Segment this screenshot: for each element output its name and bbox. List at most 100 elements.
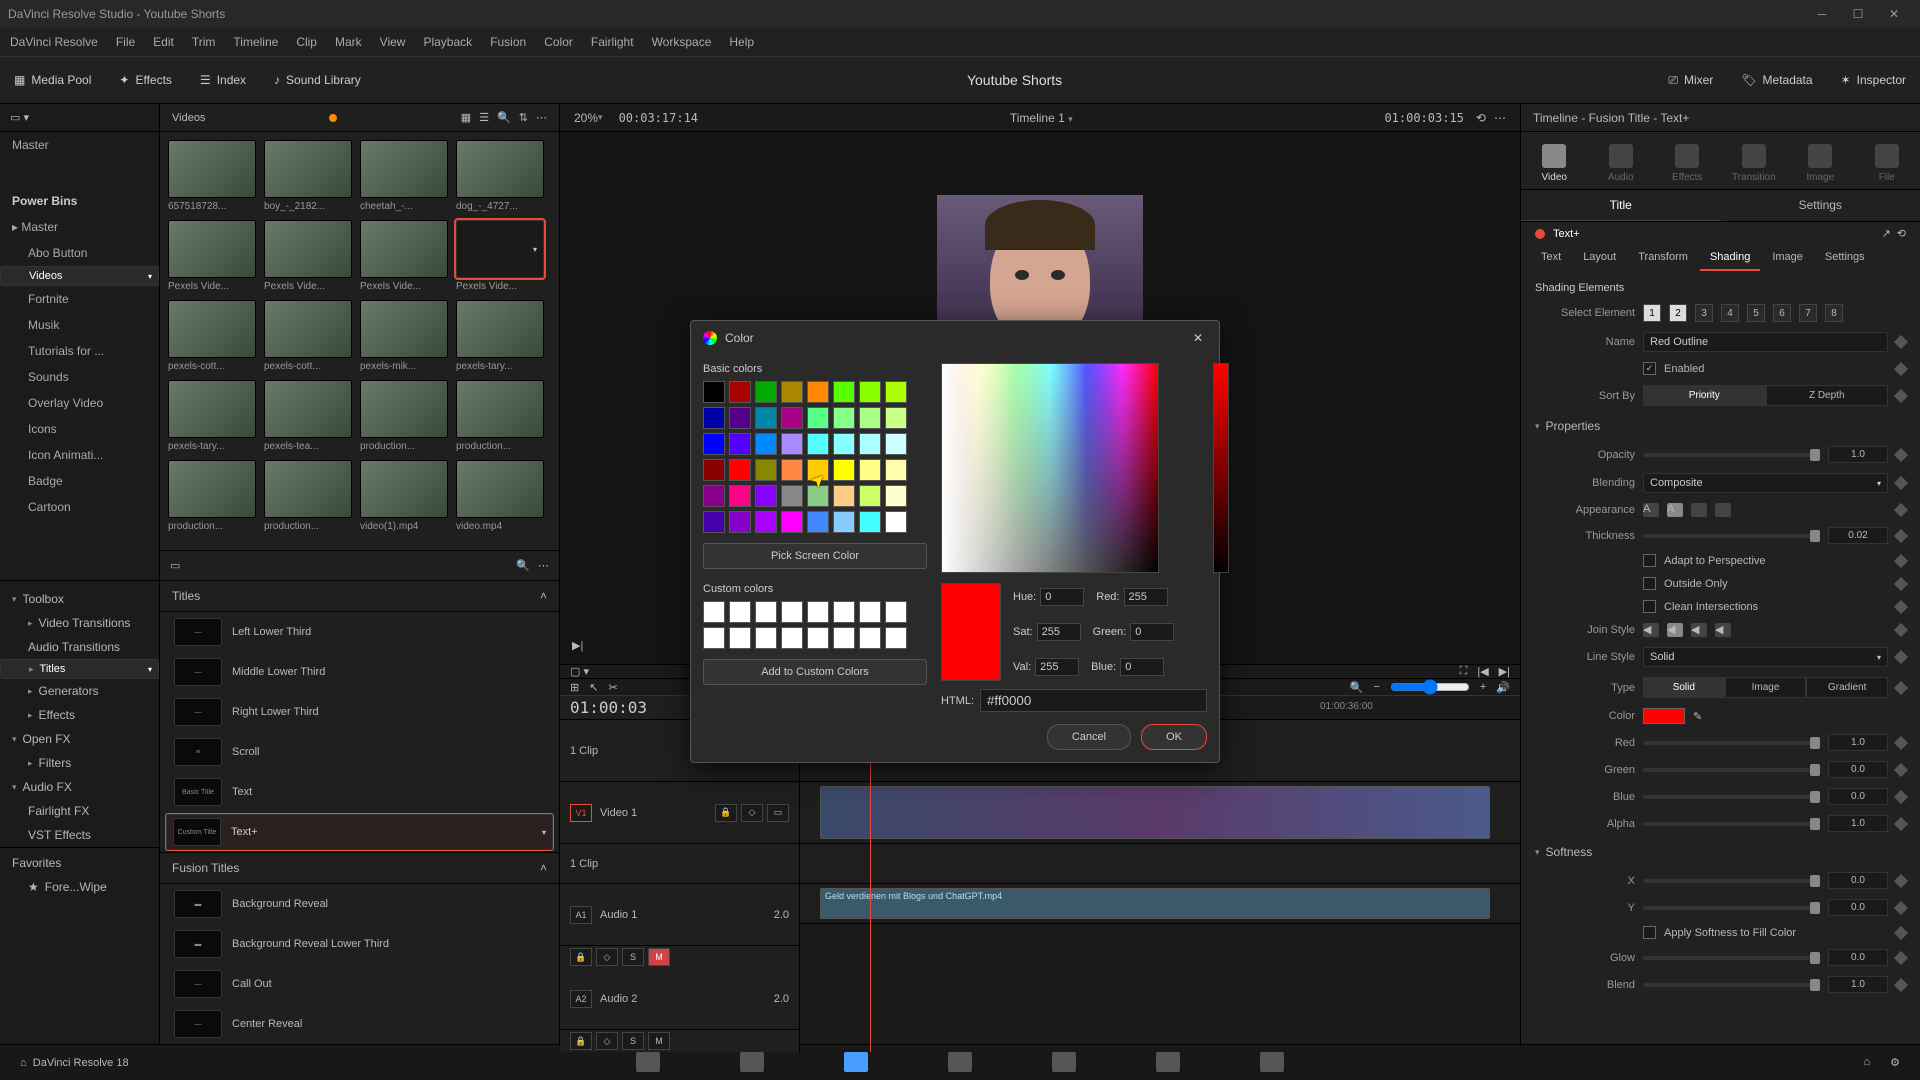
join-style-icon[interactable]: ◀ [1667, 623, 1683, 637]
color-swatch[interactable] [703, 459, 725, 481]
innertab-text[interactable]: Text [1531, 245, 1571, 271]
enabled-checkbox[interactable]: ✓ [1643, 362, 1656, 375]
color-swatch[interactable] [833, 511, 855, 533]
color-swatch[interactable] [885, 433, 907, 455]
sort-zdepth[interactable]: Z Depth [1766, 385, 1889, 406]
keyframe-icon[interactable] [1894, 361, 1908, 375]
custom-swatch[interactable] [729, 601, 751, 623]
opacity-value[interactable]: 1.0 [1828, 446, 1888, 463]
join-style-icon[interactable]: ◀ [1715, 623, 1731, 637]
custom-swatch[interactable] [729, 627, 751, 649]
color-swatch[interactable] [1643, 708, 1685, 724]
color-swatch[interactable] [729, 433, 751, 455]
keyframe-icon[interactable] [1894, 680, 1908, 694]
html-input[interactable] [980, 689, 1207, 712]
settings-icon[interactable]: ⚙ [1890, 1056, 1900, 1069]
color-swatch[interactable] [807, 407, 829, 429]
view-thumbs-icon[interactable]: ▦ [461, 111, 471, 124]
media-clip[interactable]: video(1).mp4 [360, 460, 448, 532]
bin-item[interactable]: ▸ Master [0, 214, 159, 240]
color-swatch[interactable] [859, 407, 881, 429]
bin-item[interactable]: Musik [0, 312, 159, 338]
green-slider[interactable] [1643, 768, 1820, 772]
reset-icon[interactable]: ⟲ [1897, 227, 1906, 240]
index-button[interactable]: ☰ Index [186, 67, 260, 93]
tree-item-titles[interactable]: ▸Titles [0, 659, 159, 679]
collapse-icon[interactable]: ˄ [540, 861, 547, 875]
green-value[interactable]: 0.0 [1828, 761, 1888, 778]
keyframe-icon[interactable] [1894, 816, 1908, 830]
pick-screen-color-button[interactable]: Pick Screen Color [703, 543, 927, 569]
menu-item[interactable]: Fairlight [591, 35, 634, 49]
thickness-slider[interactable] [1643, 534, 1820, 538]
keyframe-icon[interactable] [1894, 476, 1908, 490]
keyframe-icon[interactable] [1894, 447, 1908, 461]
color-swatch[interactable] [755, 381, 777, 403]
custom-swatch[interactable] [859, 601, 881, 623]
title-item[interactable]: —Center Reveal [166, 1006, 553, 1042]
keyframe-icon[interactable] [1894, 873, 1908, 887]
more-icon[interactable]: ⋯ [538, 559, 549, 572]
color-swatch[interactable] [833, 459, 855, 481]
name-input[interactable]: Red Outline [1643, 332, 1888, 352]
bin-item-videos[interactable]: Videos [0, 266, 159, 286]
color-swatch[interactable] [781, 485, 803, 507]
keyframe-icon[interactable] [1894, 388, 1908, 402]
tree-item[interactable]: Audio Transitions [0, 635, 159, 659]
keyframe-icon[interactable] [1894, 977, 1908, 991]
blue-input[interactable] [1120, 658, 1164, 676]
soft-y-value[interactable]: 0.0 [1828, 899, 1888, 916]
color-swatch[interactable] [833, 407, 855, 429]
sort-priority[interactable]: Priority [1643, 385, 1766, 406]
join-style-icon[interactable]: ◀ [1643, 623, 1659, 637]
subtab-settings[interactable]: Settings [1721, 190, 1920, 221]
blend-slider[interactable] [1643, 983, 1820, 987]
softness-header[interactable]: ▾Softness [1521, 837, 1920, 867]
smart-bin-icon[interactable]: ▭ [170, 559, 180, 572]
keyframe-icon[interactable] [1894, 553, 1908, 567]
sort-icon[interactable]: ⇅ [519, 111, 528, 124]
element-5[interactable]: 5 [1747, 304, 1765, 322]
color-swatch[interactable] [729, 407, 751, 429]
glow-slider[interactable] [1643, 956, 1820, 960]
alpha-slider[interactable] [1643, 822, 1820, 826]
inspector-tab-transition[interactable]: Transition [1721, 132, 1788, 189]
media-clip[interactable]: pexels-tary... [456, 300, 544, 372]
eyedropper-icon[interactable]: ✎ [1693, 710, 1702, 723]
menu-item[interactable]: Clip [296, 35, 317, 49]
ok-button[interactable]: OK [1141, 724, 1207, 750]
dialog-close-icon[interactable]: ✕ [1189, 329, 1207, 347]
appearance-border-icon[interactable] [1715, 503, 1731, 517]
arrow-tool-icon[interactable]: ↖ [589, 681, 598, 694]
bin-item[interactable]: Sounds [0, 364, 159, 390]
color-swatch[interactable] [833, 381, 855, 403]
search-icon[interactable]: 🔍 [1350, 681, 1364, 694]
menu-item[interactable]: DaVinci Resolve [10, 35, 98, 49]
bin-item[interactable]: Icon Animati... [0, 442, 159, 468]
element-4[interactable]: 4 [1721, 304, 1739, 322]
prev-clip-icon[interactable]: |◀ [1477, 665, 1488, 678]
more-icon[interactable]: ⋯ [1494, 111, 1506, 125]
media-clip[interactable]: boy_-_2182... [264, 140, 352, 212]
join-style-icon[interactable]: ◀ [1691, 623, 1707, 637]
tree-audiofx[interactable]: ▾Audio FX [0, 775, 159, 799]
add-custom-color-button[interactable]: Add to Custom Colors [703, 659, 927, 685]
inspector-tab-file[interactable]: File [1854, 132, 1920, 189]
menu-item[interactable]: View [380, 35, 406, 49]
color-field[interactable] [941, 363, 1159, 573]
custom-swatch[interactable] [755, 601, 777, 623]
title-item[interactable]: —Call Out [166, 966, 553, 1002]
zoom-in-icon[interactable]: + [1480, 681, 1486, 693]
mixer-button[interactable]: ⎚ Mixer [1654, 67, 1727, 94]
color-swatch[interactable] [859, 459, 881, 481]
type-gradient[interactable]: Gradient [1806, 677, 1888, 698]
color-swatch[interactable] [729, 381, 751, 403]
color-swatch[interactable] [807, 381, 829, 403]
lock-icon[interactable]: 🔒 [570, 948, 592, 966]
disable-icon[interactable]: ▭ [767, 804, 789, 822]
bin-item[interactable]: Overlay Video [0, 390, 159, 416]
val-input[interactable] [1035, 658, 1079, 676]
color-swatch[interactable] [807, 511, 829, 533]
lock-icon[interactable]: 🔒 [715, 804, 737, 822]
media-clip[interactable]: pexels-mik... [360, 300, 448, 372]
